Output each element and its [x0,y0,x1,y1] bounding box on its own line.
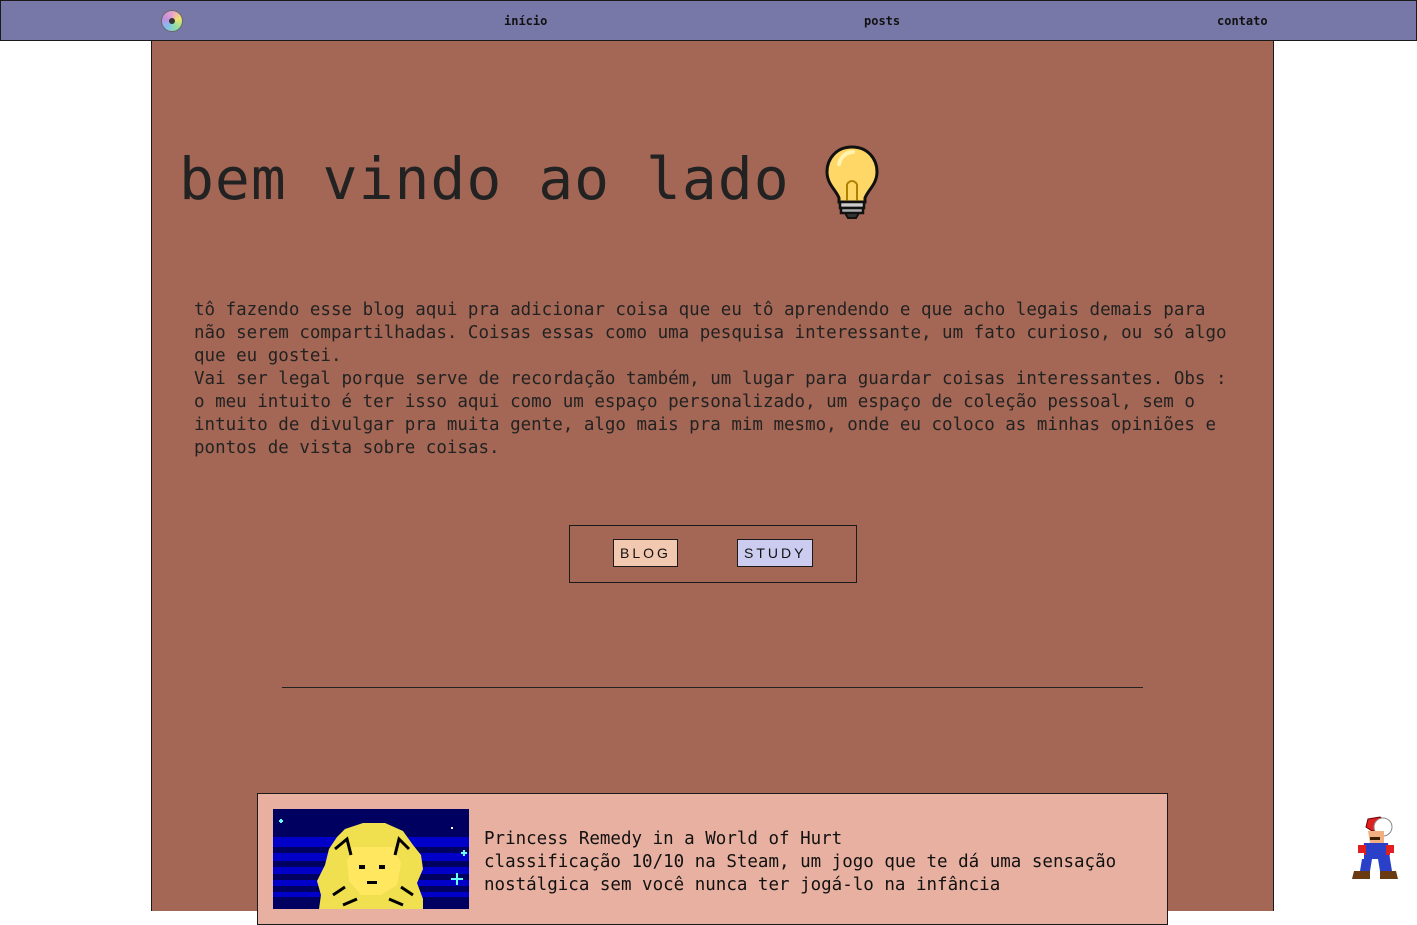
blog-button[interactable]: BLOG [613,539,678,567]
nav-link-inicio[interactable]: início [504,14,547,28]
post-text: Princess Remedy in a World of Hurt class… [484,828,1154,897]
main-content: bem vindo ao lado tô fazendo esse blog a… [151,40,1274,925]
lightbulb-icon [825,145,879,219]
post-card[interactable]: Princess Remedy in a World of Hurt class… [257,793,1168,925]
post-title[interactable]: Princess Remedy in a World of Hurt [484,828,1154,851]
nav-link-contato[interactable]: contato [1217,14,1268,28]
intro-paragraph-1: tô fazendo esse blog aqui pra adicionar … [194,300,1227,366]
intro-text: tô fazendo esse blog aqui pra adicionar … [194,299,1234,460]
category-buttons: BLOG STUDY [569,525,857,583]
mario-sprite-icon [1352,816,1398,879]
nav-link-posts[interactable]: posts [864,14,900,28]
intro-paragraph-2: Vai ser legal porque serve de recordação… [194,369,1227,458]
princess-remedy-pixel-art [273,809,469,909]
divider [282,687,1143,688]
post-description: classificação 10/10 na Steam, um jogo qu… [484,852,1117,895]
top-navbar: início posts contato [0,0,1417,41]
page-title: bem vindo ao lado [179,145,790,213]
study-button[interactable]: STUDY [737,539,814,567]
cd-disc-icon[interactable] [161,10,183,32]
post-thumbnail[interactable] [273,809,469,909]
